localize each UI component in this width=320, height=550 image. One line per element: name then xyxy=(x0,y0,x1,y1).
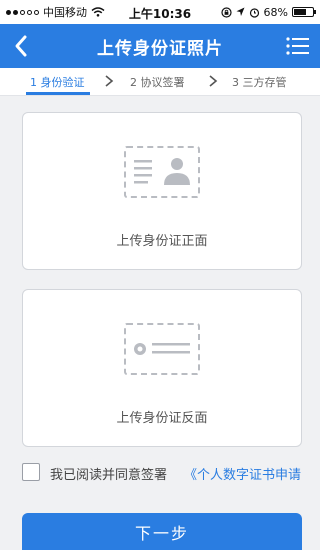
rotation-lock-icon xyxy=(220,6,232,18)
chevron-left-icon[interactable] xyxy=(8,32,36,60)
agreement-checkbox[interactable] xyxy=(22,463,40,481)
next-step-button[interactable]: 下一步 xyxy=(22,513,302,550)
id-card-front-icon xyxy=(124,146,200,198)
chevron-right-icon xyxy=(105,75,114,87)
list-menu-icon[interactable] xyxy=(286,36,310,56)
upload-id-back-card[interactable]: 上传身份证反面 xyxy=(22,289,302,447)
battery-percent: 68% xyxy=(263,5,288,19)
battery-icon xyxy=(292,7,316,17)
page-title: 上传身份证照片 xyxy=(97,38,223,59)
upload-front-label: 上传身份证正面 xyxy=(116,234,208,249)
id-front-illustration xyxy=(134,158,190,185)
id-card-back-icon xyxy=(124,323,200,375)
alarm-icon xyxy=(249,7,259,18)
step-3-label: 3 三方存管 xyxy=(232,76,287,89)
step-1-label: 1 身份验证 xyxy=(30,76,85,89)
agreement-row: 我已阅读并同意签署 《个人数字证书申请 xyxy=(22,463,320,485)
active-step-indicator xyxy=(26,92,90,95)
location-arrow-icon xyxy=(236,7,245,16)
status-bar: 中国移动 上午10:36 68% xyxy=(0,0,320,24)
step-progress: 1 身份验证 2 协议签署 3 三方存管 xyxy=(0,68,320,96)
battery-fill xyxy=(294,9,307,15)
certificate-agreement-link[interactable]: 《个人数字证书申请 xyxy=(184,464,320,483)
step-2-label: 2 协议签署 xyxy=(130,76,185,89)
chevron-right-icon xyxy=(209,75,218,87)
upload-back-label: 上传身份证反面 xyxy=(116,411,208,426)
upload-id-front-card[interactable]: 上传身份证正面 xyxy=(22,112,302,270)
agreement-text: 我已阅读并同意签署 xyxy=(50,468,168,483)
nav-bar: 上传身份证照片 xyxy=(0,24,320,68)
status-right: 68% xyxy=(220,0,316,24)
id-back-illustration xyxy=(134,343,190,355)
